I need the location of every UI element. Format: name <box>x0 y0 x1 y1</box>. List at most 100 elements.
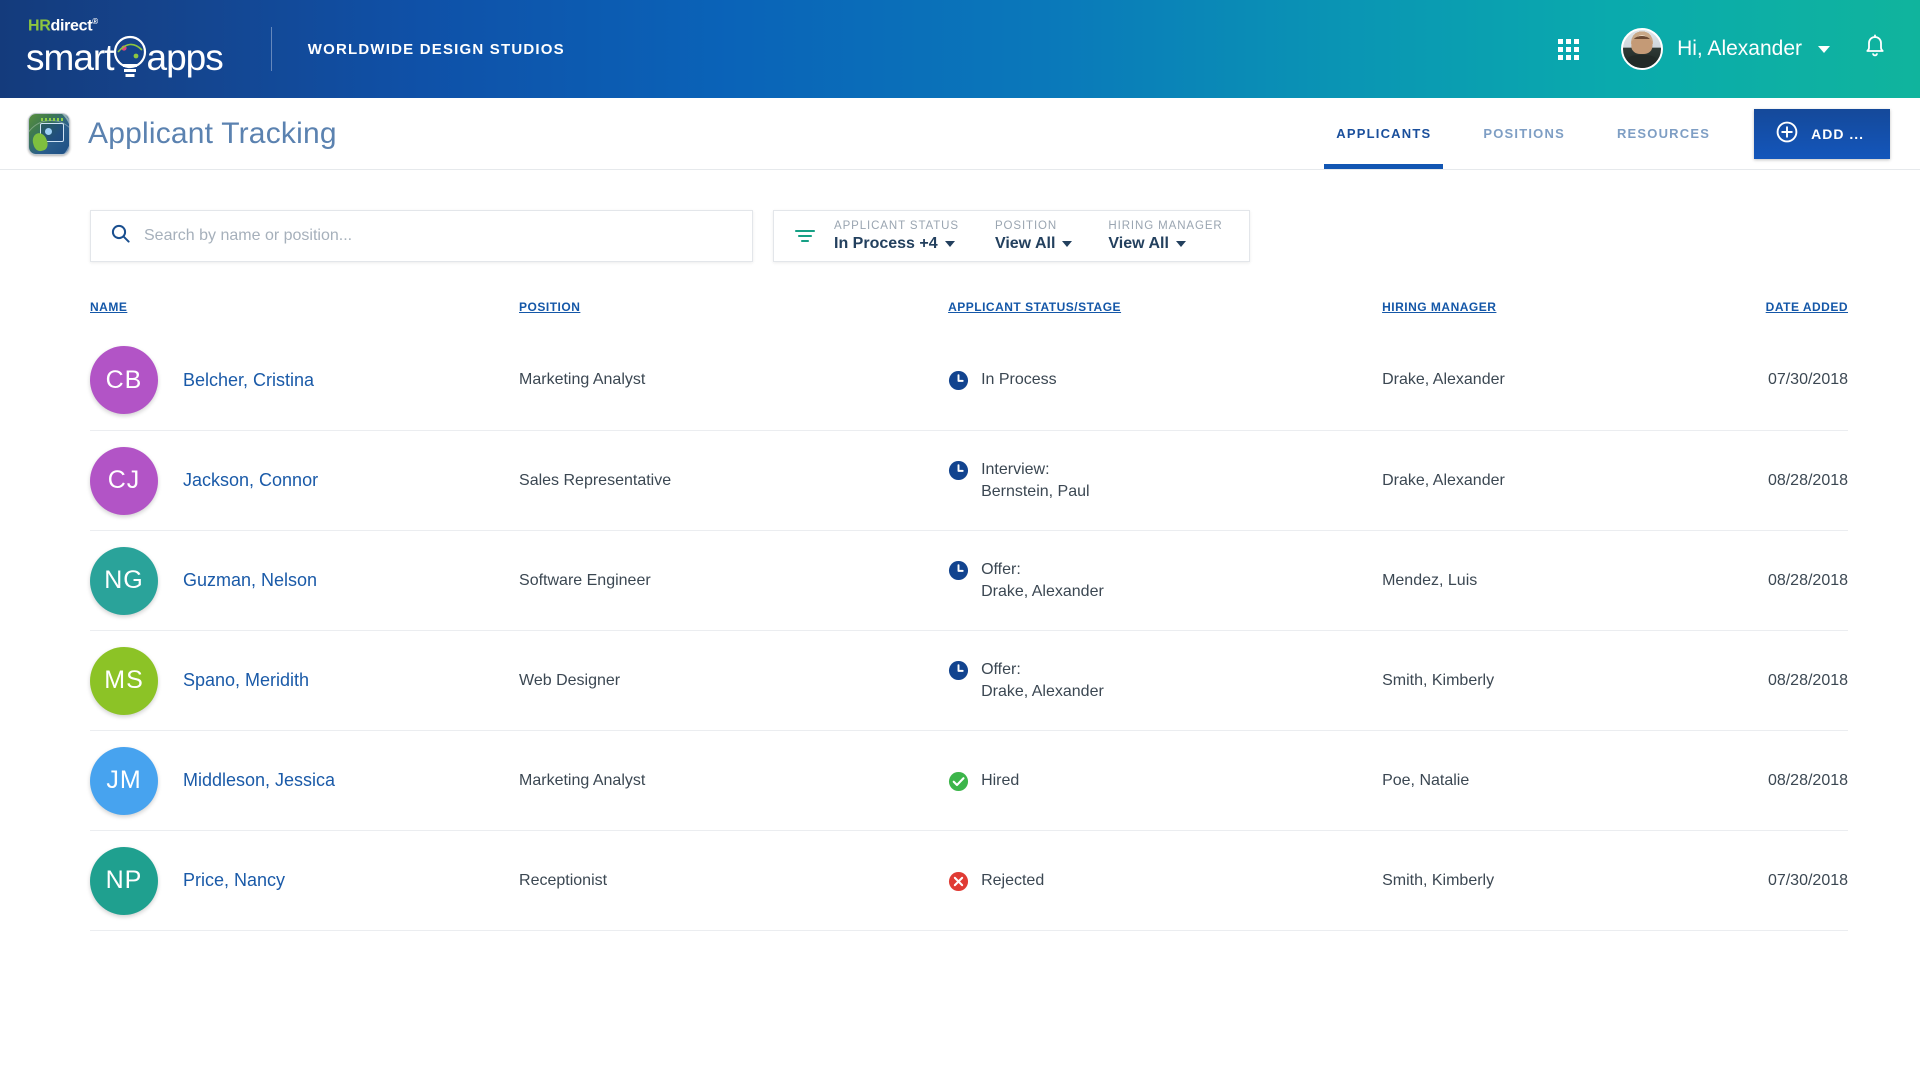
filter-position[interactable]: POSITION View All <box>995 220 1072 253</box>
chevron-down-icon <box>1176 241 1186 247</box>
user-greeting[interactable]: Hi, Alexander <box>1677 37 1802 61</box>
icon-dots-decoration <box>41 118 63 121</box>
tab-resources[interactable]: RESOURCES <box>1591 98 1736 169</box>
status-text: Offer: Drake, Alexander <box>981 659 1104 702</box>
applicant-name-link[interactable]: Belcher, Cristina <box>183 370 314 391</box>
cell-name: NP Price, Nancy <box>90 847 519 915</box>
tab-applicants[interactable]: APPLICANTS <box>1310 98 1457 169</box>
filter-applicant-status-text: In Process +4 <box>834 235 938 253</box>
logo-apps-text: apps <box>147 39 223 76</box>
smartapps-wordmark: smart apps <box>26 36 223 80</box>
cell-position: Marketing Analyst <box>519 772 948 790</box>
applicant-name-link[interactable]: Spano, Meridith <box>183 670 309 691</box>
column-header-status[interactable]: APPLICANT STATUS/STAGE <box>948 300 1382 314</box>
column-header-hiring-manager[interactable]: HIRING MANAGER <box>1382 300 1668 314</box>
brand-divider <box>271 27 272 71</box>
cell-status: Offer:Drake, Alexander <box>948 559 1382 602</box>
table-row[interactable]: NP Price, Nancy Receptionist Rejected Sm… <box>90 830 1848 930</box>
column-header-date-added[interactable]: DATE ADDED <box>1668 300 1848 314</box>
cell-date-added: 08/28/2018 <box>1668 472 1848 490</box>
avatar-initials: CB <box>106 366 143 395</box>
avatar[interactable]: CB <box>90 346 158 414</box>
table-row[interactable]: NG Guzman, Nelson Software Engineer Offe… <box>90 530 1848 630</box>
status-sub-label: Drake, Alexander <box>981 683 1104 700</box>
cell-name: JM Middleson, Jessica <box>90 747 519 815</box>
status-text: Offer:Drake, Alexander <box>981 559 1104 602</box>
filter-hiring-manager-value[interactable]: View All <box>1108 235 1222 253</box>
filter-hiring-manager[interactable]: HIRING MANAGER View All <box>1108 220 1222 253</box>
logo-registered-mark: ® <box>92 17 98 26</box>
chevron-down-icon <box>945 241 955 247</box>
applicant-name-link[interactable]: Middleson, Jessica <box>183 770 335 791</box>
avatar[interactable] <box>1621 28 1663 70</box>
status-label: Offer: <box>981 561 1021 578</box>
avatar[interactable]: MS <box>90 647 158 715</box>
cell-hiring-manager: Drake, Alexander <box>1382 371 1668 389</box>
company-name: WORLDWIDE DESIGN STUDIOS <box>308 41 565 58</box>
page-title: Applicant Tracking <box>88 117 337 151</box>
table-row[interactable]: CJ Jackson, Connor Sales Representative … <box>90 430 1848 530</box>
filter-applicant-status-value[interactable]: In Process +4 <box>834 235 959 253</box>
filter-hiring-manager-label: HIRING MANAGER <box>1108 220 1222 232</box>
avatar-initials: MS <box>104 666 144 695</box>
table-row[interactable]: JM Middleson, Jessica Marketing Analyst … <box>90 730 1848 830</box>
cell-name: MS Spano, Meridith <box>90 647 519 715</box>
status-label: In Process <box>981 371 1057 388</box>
chevron-down-icon[interactable] <box>1818 46 1830 53</box>
page-header: Applicant Tracking APPLICANTS POSITIONS … <box>0 98 1920 170</box>
brand-logo[interactable]: HRdirect® smart apps <box>0 18 308 79</box>
avatar[interactable]: NG <box>90 547 158 615</box>
applicants-table: NAME POSITION APPLICANT STATUS/STAGE HIR… <box>90 300 1848 931</box>
cell-position: Receptionist <box>519 872 948 890</box>
filter-position-value[interactable]: View All <box>995 235 1072 253</box>
avatar[interactable]: CJ <box>90 447 158 515</box>
cell-status: Offer: Drake, Alexander <box>948 659 1382 702</box>
cell-hiring-manager: Drake, Alexander <box>1382 472 1668 490</box>
cell-date-added: 08/28/2018 <box>1668 672 1848 690</box>
applicant-name-link[interactable]: Jackson, Connor <box>183 470 318 491</box>
status-label: Interview: <box>981 461 1049 478</box>
plus-circle-icon <box>1776 121 1798 146</box>
applicant-name-link[interactable]: Guzman, Nelson <box>183 570 317 591</box>
filter-applicant-status-label: APPLICANT STATUS <box>834 220 959 232</box>
filter-position-text: View All <box>995 235 1055 253</box>
avatar-initials: NG <box>104 566 144 595</box>
table-row[interactable]: CB Belcher, Cristina Marketing Analyst I… <box>90 330 1848 430</box>
clock-icon <box>948 660 969 681</box>
cell-name: CB Belcher, Cristina <box>90 346 519 414</box>
search-box[interactable] <box>90 210 753 262</box>
table-row[interactable]: MS Spano, Meridith Web Designer Offer: Dr… <box>90 630 1848 730</box>
cell-status: In Process <box>948 369 1382 391</box>
cell-status: Rejected <box>948 870 1382 892</box>
status-text: In Process <box>981 369 1057 391</box>
filter-panel: APPLICANT STATUS In Process +4 POSITION … <box>773 210 1250 262</box>
filter-position-label: POSITION <box>995 220 1072 232</box>
clock-icon <box>948 370 969 391</box>
clock-icon <box>948 460 969 481</box>
search-input[interactable] <box>144 227 732 245</box>
logo-smart-text: smart <box>26 39 114 76</box>
cell-date-added: 08/28/2018 <box>1668 772 1848 790</box>
filter-icon[interactable] <box>794 227 816 245</box>
applicant-name-link[interactable]: Price, Nancy <box>183 870 285 891</box>
x-circle-icon <box>948 871 969 892</box>
grid-apps-icon[interactable] <box>1558 39 1579 60</box>
status-label: Rejected <box>981 872 1044 889</box>
avatar[interactable]: JM <box>90 747 158 815</box>
status-label: Offer: <box>981 661 1021 678</box>
filter-applicant-status[interactable]: APPLICANT STATUS In Process +4 <box>834 220 959 253</box>
avatar-initials: CJ <box>108 466 141 495</box>
table-body: CB Belcher, Cristina Marketing Analyst I… <box>90 330 1848 930</box>
column-header-name[interactable]: NAME <box>90 300 519 314</box>
table-bottom-divider <box>90 930 1848 931</box>
cell-name: NG Guzman, Nelson <box>90 547 519 615</box>
cell-date-added: 07/30/2018 <box>1668 371 1848 389</box>
column-header-position[interactable]: POSITION <box>519 300 948 314</box>
avatar-initials: JM <box>106 766 141 795</box>
status-text: Interview:Bernstein, Paul <box>981 459 1090 502</box>
cell-position: Web Designer <box>519 672 948 690</box>
add-button[interactable]: ADD ... <box>1754 109 1890 159</box>
tab-positions[interactable]: POSITIONS <box>1457 98 1591 169</box>
avatar[interactable]: NP <box>90 847 158 915</box>
bell-icon[interactable] <box>1864 34 1886 65</box>
